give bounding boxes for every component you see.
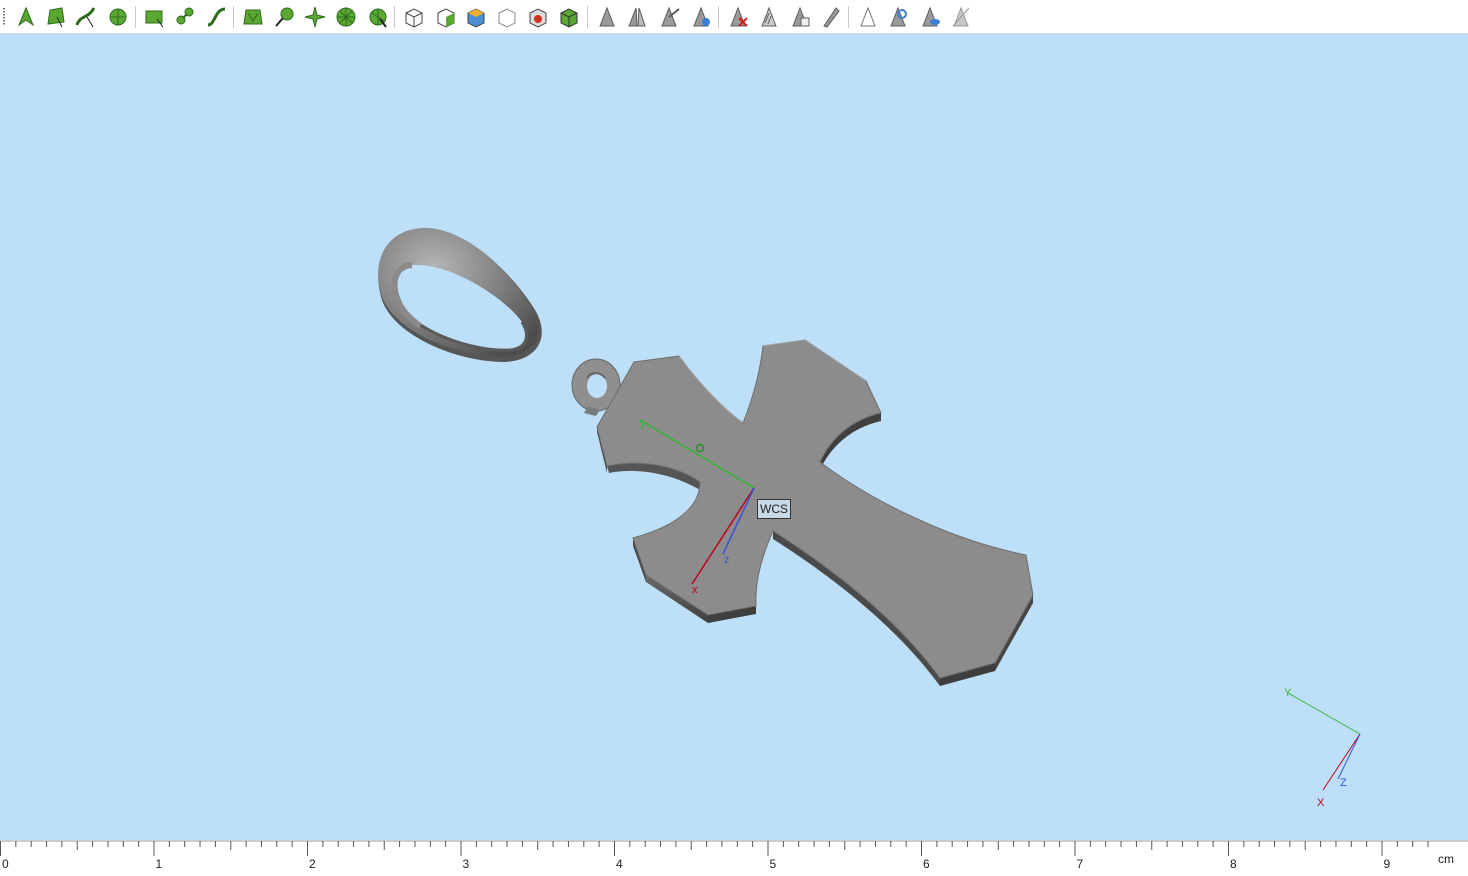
cone-blue-button[interactable] xyxy=(688,4,714,30)
cone-arrow-icon xyxy=(661,6,680,27)
box-green-button[interactable] xyxy=(433,4,459,30)
ruler-tick-label: 5 xyxy=(769,857,777,871)
toolbar-separator xyxy=(587,6,588,28)
select-circle-button[interactable] xyxy=(105,4,131,30)
rectangle-icon xyxy=(145,10,164,28)
select-edge-button[interactable] xyxy=(73,4,99,30)
wcs-x-label: x xyxy=(692,584,698,596)
cone-split-button[interactable] xyxy=(624,4,650,30)
ruler-tick-label: 1 xyxy=(155,857,163,871)
cone-plane-icon xyxy=(823,7,840,28)
group-select-icon xyxy=(275,7,294,27)
star-select-icon xyxy=(304,6,326,28)
main-toolbar xyxy=(0,0,1468,34)
cone-button[interactable] xyxy=(594,4,620,30)
box-colored-icon xyxy=(467,8,485,28)
triad-z-label: Z xyxy=(1340,777,1347,789)
cone-hatched-icon xyxy=(761,6,777,27)
cone-plane-button[interactable] xyxy=(817,4,843,30)
triad-z-axis-line xyxy=(1337,733,1361,780)
box-dark-button[interactable] xyxy=(556,4,582,30)
cone-blue-icon xyxy=(693,6,710,27)
ruler-tick-label: 3 xyxy=(462,857,470,871)
cone-disabled-button[interactable] xyxy=(948,4,974,30)
rectangle-button[interactable] xyxy=(142,4,168,30)
ruler-tick-label: 6 xyxy=(923,857,930,871)
toolbar-separator xyxy=(233,6,234,28)
cone-outline-button[interactable] xyxy=(855,4,881,30)
box-colored-button[interactable] xyxy=(463,4,489,30)
ruler-tick-label: 0 xyxy=(2,857,9,871)
box-outline-button[interactable] xyxy=(494,4,520,30)
box-green-icon xyxy=(437,8,455,28)
toolbar-separator xyxy=(394,6,395,28)
cone-arrow-button[interactable] xyxy=(656,4,682,30)
mesh-select-button[interactable] xyxy=(240,4,266,30)
radial-arrow-button[interactable] xyxy=(365,4,391,30)
box-red-icon xyxy=(529,8,547,28)
ruler-tick-label: 7 xyxy=(1076,857,1084,871)
box-dark-icon xyxy=(560,8,578,28)
star-select-button[interactable] xyxy=(302,4,328,30)
toolbar-grip[interactable] xyxy=(3,8,5,26)
box-outline-icon xyxy=(498,8,516,28)
box-select-button[interactable] xyxy=(401,4,427,30)
wcs-label[interactable]: WCS xyxy=(757,499,791,519)
cone-settings-button[interactable] xyxy=(885,4,911,30)
box-select-icon xyxy=(405,8,423,28)
triad-y-axis-line xyxy=(1287,692,1361,735)
radial-select-button[interactable] xyxy=(333,4,359,30)
select-arrow-button[interactable] xyxy=(13,4,39,30)
cone-copy-button[interactable] xyxy=(787,4,813,30)
cone-icon xyxy=(599,6,615,27)
cone-settings-icon xyxy=(890,6,907,27)
curve-button[interactable] xyxy=(204,4,230,30)
cone-delete-button[interactable] xyxy=(725,4,751,30)
wcs-z-label: z xyxy=(724,554,730,566)
mesh-select-icon xyxy=(243,9,263,25)
node-link-icon xyxy=(176,7,194,25)
select-face-icon xyxy=(47,7,65,28)
curve-icon xyxy=(207,7,226,27)
select-circle-icon xyxy=(109,8,127,26)
triad-y-label: Y xyxy=(1284,687,1292,699)
wcs-y-label: y xyxy=(640,418,646,430)
cone-view-button[interactable] xyxy=(917,4,943,30)
cone-disabled-icon xyxy=(952,6,970,27)
toolbar-separator xyxy=(135,6,136,28)
ruler-tick-label: 9 xyxy=(1383,857,1391,871)
orientation-triad xyxy=(1287,692,1361,791)
cone-view-icon xyxy=(922,6,940,27)
select-face-button[interactable] xyxy=(43,4,69,30)
box-red-button[interactable] xyxy=(525,4,551,30)
cone-outline-icon xyxy=(860,6,876,27)
toolbar-separator xyxy=(718,6,719,28)
select-arrow-icon xyxy=(17,6,35,27)
group-select-button[interactable] xyxy=(272,4,298,30)
scene-canvas[interactable] xyxy=(0,34,1468,840)
radial-select-icon xyxy=(336,7,356,27)
bail-model[interactable] xyxy=(378,227,542,362)
node-link-button[interactable] xyxy=(172,4,198,30)
ruler-unit-label: cm xyxy=(1438,852,1454,866)
ruler-tick-label: 4 xyxy=(616,857,623,871)
measurement-ruler: 0 1 2 3 4 5 6 7 8 9 cm xyxy=(0,840,1468,876)
triad-x-label: X xyxy=(1317,797,1325,809)
radial-arrow-icon xyxy=(369,8,387,28)
toolbar-separator xyxy=(848,6,849,28)
ruler-tick-label: 2 xyxy=(309,857,316,871)
cone-split-icon xyxy=(628,7,646,27)
cone-hatched-button[interactable] xyxy=(756,4,782,30)
ruler-tick-label: 8 xyxy=(1230,857,1237,871)
cone-delete-icon xyxy=(730,6,748,27)
select-edge-icon xyxy=(75,7,96,28)
cross-pendant-model[interactable] xyxy=(596,339,1034,686)
cone-copy-icon xyxy=(792,6,810,27)
3d-viewport[interactable]: WCS y x z Y X Z xyxy=(0,34,1468,840)
